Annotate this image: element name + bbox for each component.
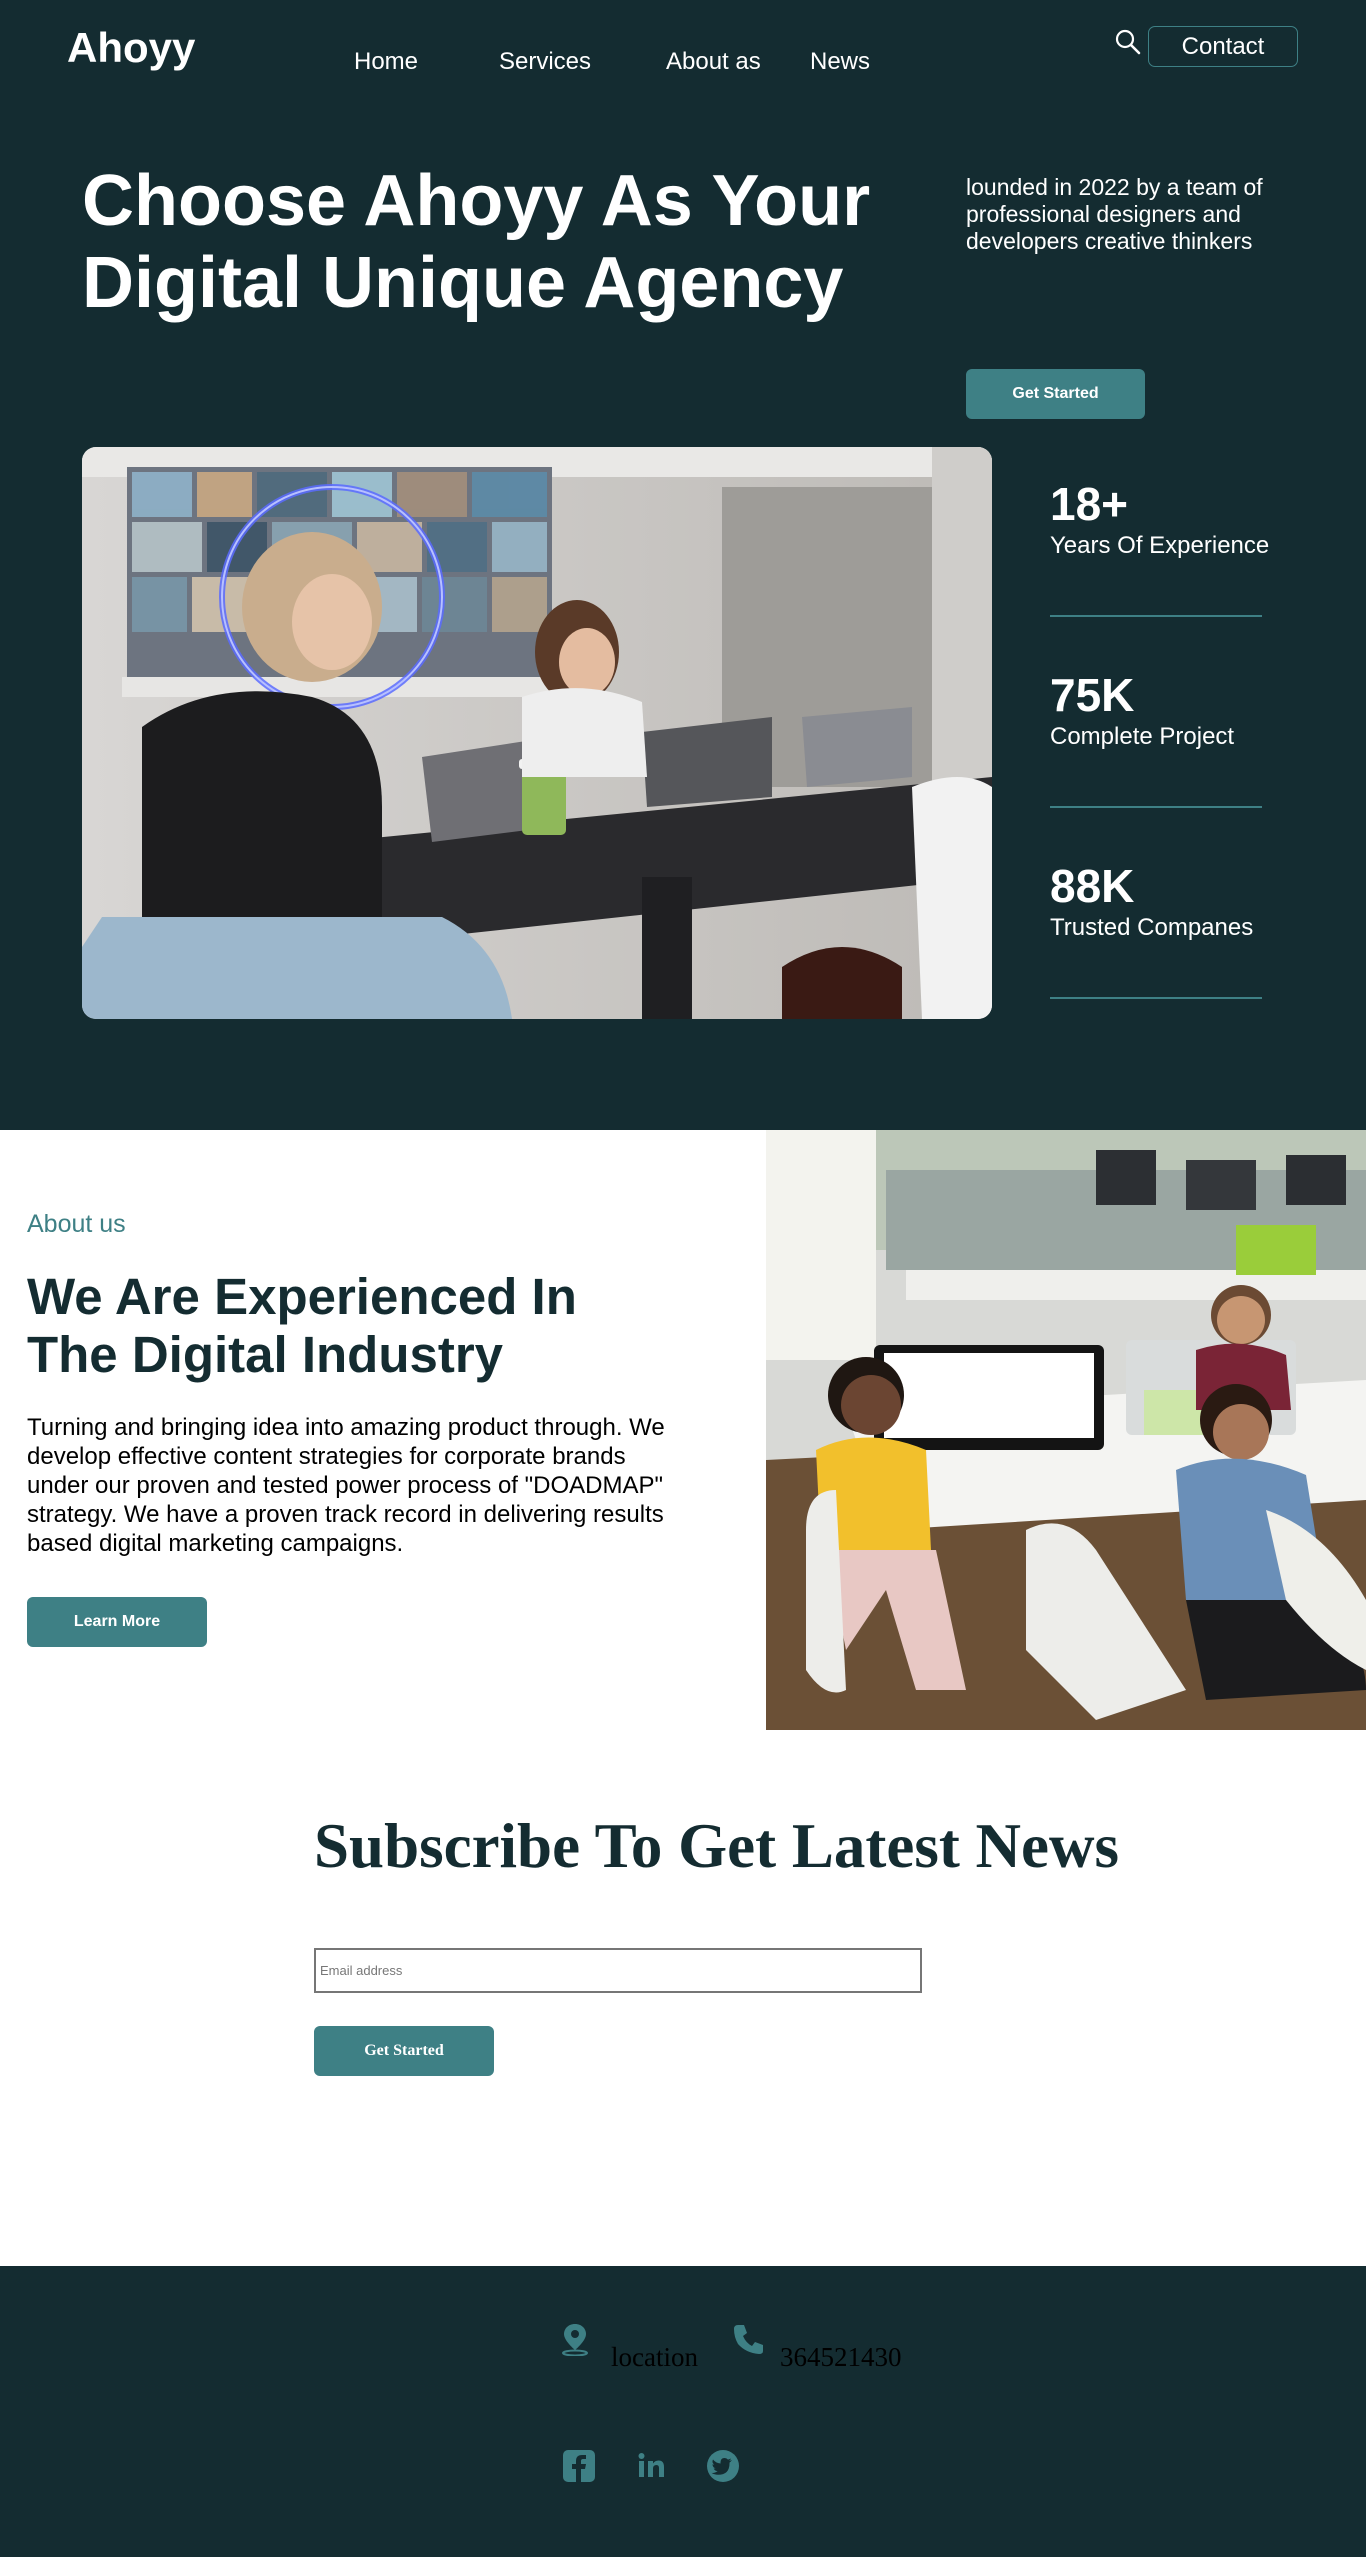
search-icon[interactable] [1114,28,1142,56]
contact-button[interactable]: Contact [1148,26,1298,67]
logo[interactable]: Ahoyy [67,24,195,72]
stat-label: Trusted Companes [1050,914,1254,941]
stat-label: Complete Project [1050,723,1235,750]
nav-services[interactable]: Services [499,48,591,76]
about-eyebrow: About us [27,1210,126,1238]
hero-title: Choose Ahoyy As Your Digital Unique Agen… [82,161,871,323]
subscribe-button[interactable]: Get Started [314,2026,494,2076]
stat-projects: 75K Complete Project [1050,638,1262,808]
hero-section: Ahoyy Home Services About as News Contac… [0,0,1366,1130]
about-text: Turning and bringing idea into amazing p… [27,1414,665,1557]
phone-icon [734,2325,763,2354]
footer: location 364521430 [0,2266,1366,2557]
location-text: location [611,2342,698,2372]
nav-about[interactable]: About as [666,48,761,76]
subscribe-section: Subscribe To Get Latest News Get Started [0,1730,1366,2266]
nav-home[interactable]: Home [354,48,418,76]
about-section: About us We Are Experienced In The Digit… [0,1130,1366,1730]
team-office-photo [766,1130,1366,1730]
subscribe-title: Subscribe To Get Latest News [314,1811,1120,1881]
facebook-icon[interactable] [562,2449,596,2483]
twitter-icon[interactable] [706,2449,740,2483]
stat-value: 18+ [1050,478,1129,530]
hero-description: lounded in 2022 by a team of professiona… [966,174,1263,254]
learn-more-button[interactable]: Learn More [27,1597,207,1647]
stat-experience: 18+ Years Of Experience [1050,447,1269,617]
stat-label: Years Of Experience [1050,532,1270,559]
stat-value: 75K [1050,669,1135,721]
office-team-photo [82,447,992,1019]
phone-text: 364521430 [780,2342,902,2372]
stat-value: 88K [1050,860,1135,912]
linkedin-icon[interactable] [634,2449,668,2483]
get-started-button[interactable]: Get Started [966,369,1145,419]
stat-companies: 88K Trusted Companes [1050,829,1262,999]
location-icon [562,2324,588,2356]
email-input[interactable] [314,1948,922,1993]
about-title: We Are Experienced In The Digital Indust… [27,1268,577,1383]
nav-news[interactable]: News [810,48,870,76]
